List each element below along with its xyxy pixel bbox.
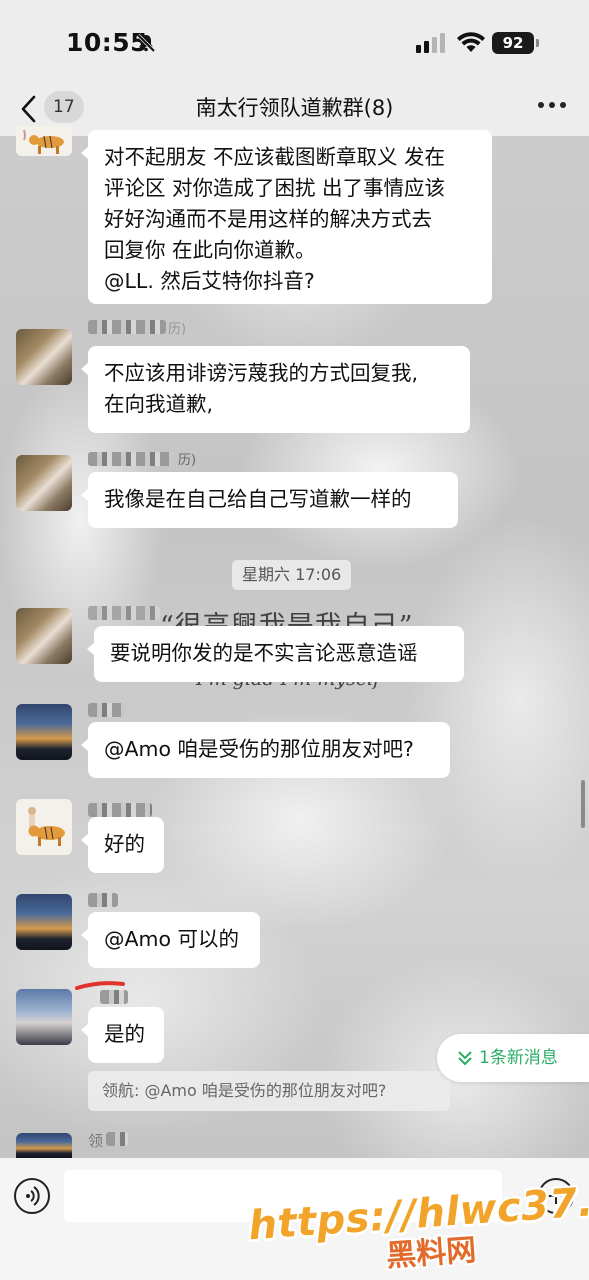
mute-bell-icon bbox=[136, 33, 156, 53]
more-options-icon[interactable] bbox=[538, 102, 566, 110]
sender-name bbox=[88, 320, 166, 334]
red-highlight-mark bbox=[75, 981, 125, 990]
message-bubble[interactable]: 我像是在自己给自己写道歉一样的 bbox=[81, 472, 458, 528]
tiger-icon bbox=[23, 129, 64, 154]
message-bubble[interactable]: @Amo 咱是受伤的那位朋友对吧? bbox=[81, 722, 450, 778]
avatar[interactable] bbox=[16, 126, 72, 156]
sender-name bbox=[88, 703, 126, 717]
status-bar: 10:55 92 bbox=[0, 0, 589, 86]
chat-header: 南太行领队道歉群(8) 17 bbox=[0, 86, 589, 136]
unread-count-badge[interactable]: 17 bbox=[44, 91, 84, 123]
message-bubble[interactable]: 不应该用诽谤污蔑我的方式回复我, 在向我道歉, bbox=[81, 346, 470, 433]
avatar[interactable] bbox=[16, 608, 72, 664]
avatar[interactable] bbox=[16, 894, 72, 950]
watermark-site: 黑料网 bbox=[385, 1232, 478, 1275]
battery-tip bbox=[536, 39, 539, 47]
quoted-message[interactable]: 领航: @Amo 咱是受伤的那位朋友对吧? bbox=[88, 1071, 450, 1111]
message-bubble[interactable]: @Amo 可以的 bbox=[81, 912, 260, 968]
wifi-icon bbox=[457, 32, 485, 52]
back-chevron-icon[interactable] bbox=[18, 94, 40, 124]
scrollbar[interactable] bbox=[581, 780, 585, 828]
avatar[interactable] bbox=[16, 1133, 72, 1158]
sender-name: 领 bbox=[88, 1132, 104, 1150]
sender-name bbox=[88, 893, 118, 907]
sender-name bbox=[100, 990, 128, 1004]
avatar[interactable] bbox=[16, 704, 72, 760]
new-messages-label: 1条新消息 bbox=[479, 1048, 558, 1068]
sender-name bbox=[88, 606, 160, 620]
avatar[interactable] bbox=[16, 329, 72, 385]
message-bubble[interactable]: 好的 bbox=[81, 817, 164, 873]
sender-name-suffix: 历) bbox=[168, 322, 187, 337]
avatar[interactable] bbox=[16, 799, 72, 855]
avatar[interactable] bbox=[16, 989, 72, 1045]
new-messages-button[interactable]: 1条新消息 bbox=[437, 1034, 589, 1082]
battery-indicator: 92 bbox=[492, 32, 534, 54]
sender-name-suffix: 历) bbox=[178, 453, 197, 468]
tiger-icon bbox=[28, 807, 65, 846]
sender-name bbox=[88, 452, 174, 466]
sender-name-blur bbox=[106, 1132, 128, 1146]
message-bubble[interactable]: 要说明你发的是不实言论恶意造谣 bbox=[87, 626, 464, 682]
cellular-signal-icon bbox=[416, 33, 445, 53]
message-bubble[interactable]: 对不起朋友 不应该截图断章取义 发在 评论区 对你造成了困扰 出了事情应该 好好… bbox=[81, 130, 492, 304]
sender-name bbox=[88, 803, 152, 817]
double-chevron-down-icon bbox=[458, 1051, 472, 1066]
avatar[interactable] bbox=[16, 455, 72, 511]
chat-title: 南太行领队道歉群(8) bbox=[195, 96, 394, 120]
voice-input-icon[interactable] bbox=[14, 1178, 50, 1214]
message-bubble[interactable]: 是的 bbox=[81, 1007, 164, 1063]
timestamp: 星期六 17:06 bbox=[232, 560, 352, 590]
sound-waves-icon bbox=[26, 1186, 40, 1206]
